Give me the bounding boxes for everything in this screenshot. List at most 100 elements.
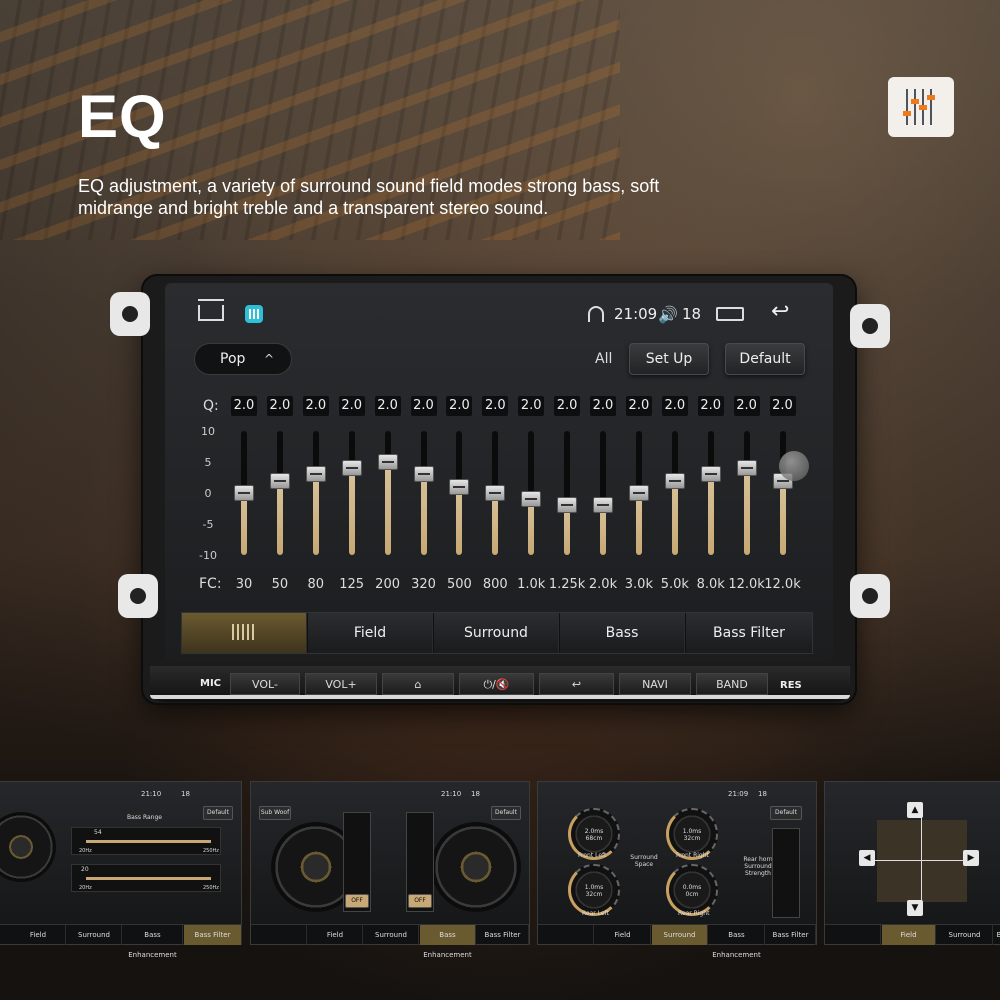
tab-eq[interactable] bbox=[182, 613, 307, 653]
tp2-tab-eq[interactable] bbox=[251, 925, 307, 945]
navi-button[interactable]: NAVI bbox=[619, 673, 691, 695]
eq-slider-thumb[interactable] bbox=[269, 472, 290, 489]
res-label[interactable]: RES bbox=[780, 680, 802, 691]
tp1-tab-bass-enh[interactable]: Bass Enhancement bbox=[123, 925, 183, 959]
eq-slider-thumb[interactable] bbox=[413, 466, 434, 483]
q-value[interactable]: 2.0 bbox=[518, 396, 545, 416]
volume-icon[interactable]: 🔊 bbox=[658, 305, 678, 324]
q-value[interactable]: 2.0 bbox=[410, 396, 437, 416]
eq-slider-track[interactable] bbox=[449, 431, 470, 555]
q-value[interactable]: 2.0 bbox=[374, 396, 401, 416]
all-toggle[interactable]: All bbox=[595, 351, 612, 367]
eq-slider-thumb[interactable] bbox=[664, 472, 685, 489]
q-value[interactable]: 2.0 bbox=[338, 396, 365, 416]
tp2-tab-surround[interactable]: Surround bbox=[364, 925, 419, 945]
tab-bass-enhancement[interactable]: Bass Enhancement bbox=[560, 613, 685, 681]
eq-slider-track[interactable] bbox=[628, 431, 649, 555]
tp2-tab-bass-filter[interactable]: Bass Filter bbox=[477, 925, 529, 945]
tp3-tab-bass-enh[interactable]: Bass Enhancement bbox=[709, 925, 765, 959]
q-value[interactable]: 2.0 bbox=[625, 396, 652, 416]
eq-slider-thumb[interactable] bbox=[341, 460, 362, 477]
tp4-tab-field[interactable]: Field bbox=[882, 925, 936, 945]
preset-selector[interactable]: Pop ^ bbox=[194, 343, 292, 375]
gauge-rear-left[interactable]: 1.0ms 32cm bbox=[568, 864, 620, 916]
eq-slider-track[interactable] bbox=[305, 431, 326, 555]
q-value[interactable]: 2.0 bbox=[231, 396, 257, 416]
tab-surround[interactable]: Surround bbox=[434, 613, 559, 653]
q-value[interactable]: 2.0 bbox=[554, 396, 581, 416]
eq-slider-track[interactable] bbox=[269, 431, 290, 555]
tp4-tab-more[interactable]: Ba bbox=[991, 925, 1000, 945]
eq-slider-track[interactable] bbox=[700, 431, 721, 555]
q-value[interactable]: 2.0 bbox=[769, 396, 796, 416]
eq-slider-track[interactable] bbox=[341, 431, 362, 555]
q-value[interactable]: 2.0 bbox=[733, 396, 760, 416]
eq-slider-thumb[interactable] bbox=[736, 460, 757, 477]
q-value[interactable]: 2.0 bbox=[266, 396, 293, 416]
tp4-tab-eq[interactable] bbox=[825, 925, 881, 945]
q-value[interactable]: 2.0 bbox=[302, 396, 329, 416]
multiwindow-icon[interactable] bbox=[716, 307, 744, 321]
eq-slider-thumb[interactable] bbox=[377, 454, 398, 470]
eq-slider-thumb[interactable] bbox=[628, 485, 649, 501]
back-hw-button[interactable]: ↩ bbox=[539, 673, 614, 695]
arrow-up-button[interactable]: ▲ bbox=[907, 802, 923, 818]
back-icon[interactable]: ↩ bbox=[771, 299, 789, 324]
tp1-tab-field[interactable]: Field bbox=[11, 925, 66, 945]
vol-up-button[interactable]: VOL+ bbox=[305, 673, 377, 695]
eq-app-icon[interactable] bbox=[245, 305, 263, 323]
arrow-down-button[interactable]: ▼ bbox=[907, 900, 923, 916]
tp2-tab-field[interactable]: Field bbox=[308, 925, 363, 945]
power-mute-button[interactable]: ⏻/🔇 bbox=[459, 673, 534, 695]
tp1-tab-surround[interactable]: Surround bbox=[67, 925, 122, 945]
eq-slider-thumb[interactable] bbox=[449, 478, 470, 495]
eq-slider-track[interactable] bbox=[413, 431, 434, 555]
floating-assistive-button[interactable] bbox=[779, 451, 809, 481]
tp3-tab-surround[interactable]: Surround bbox=[652, 925, 708, 945]
vol-down-button[interactable]: VOL- bbox=[230, 673, 300, 695]
tp3-tab-bass-filter[interactable]: Bass Filter bbox=[766, 925, 816, 945]
eq-slider-track[interactable] bbox=[772, 431, 793, 555]
eq-slider-thumb[interactable] bbox=[557, 497, 578, 514]
tab-field[interactable]: Field bbox=[308, 613, 433, 653]
q-value[interactable]: 2.0 bbox=[697, 396, 724, 416]
q-value[interactable]: 2.0 bbox=[446, 396, 473, 416]
eq-slider-track[interactable] bbox=[521, 431, 542, 555]
q-value[interactable]: 2.0 bbox=[661, 396, 688, 416]
default-button[interactable]: Default bbox=[725, 343, 805, 375]
home-hw-button[interactable]: ⌂ bbox=[382, 673, 454, 695]
eq-slider-track[interactable] bbox=[377, 431, 398, 555]
eq-slider-track[interactable] bbox=[234, 431, 254, 555]
band-button[interactable]: BAND bbox=[696, 673, 768, 695]
tp3-tab-field[interactable]: Field bbox=[595, 925, 651, 945]
eq-slider-track[interactable] bbox=[557, 431, 578, 555]
tp2-off-left[interactable]: OFF bbox=[345, 894, 369, 908]
gauge-rear-right[interactable]: 0.0ms 0cm bbox=[666, 864, 718, 916]
tp2-default[interactable]: Default bbox=[491, 806, 521, 820]
q-value[interactable]: 2.0 bbox=[482, 396, 509, 416]
eq-slider-track[interactable] bbox=[485, 431, 506, 555]
seat-map[interactable] bbox=[877, 820, 967, 902]
q-value[interactable]: 2.0 bbox=[590, 396, 616, 416]
tp1-tab-bass-filter[interactable]: Bass Filter bbox=[184, 925, 242, 945]
eq-slider-thumb[interactable] bbox=[234, 485, 254, 501]
eq-slider-track[interactable] bbox=[664, 431, 685, 555]
arrow-right-button[interactable]: ▶ bbox=[963, 850, 979, 866]
tp2-tab-bass-enh[interactable]: Bass Enhancement bbox=[420, 925, 476, 959]
tp1-default[interactable]: Default bbox=[203, 806, 233, 820]
eq-slider-thumb[interactable] bbox=[700, 466, 721, 483]
eq-slider-thumb[interactable] bbox=[485, 485, 506, 501]
tab-bass-filter[interactable]: Bass Filter bbox=[686, 613, 812, 653]
eq-slider-track[interactable] bbox=[593, 431, 613, 555]
arrow-left-button[interactable]: ◀ bbox=[859, 850, 875, 866]
tp3-tab-eq[interactable] bbox=[538, 925, 594, 945]
home-icon[interactable] bbox=[198, 305, 224, 321]
eq-slider-thumb[interactable] bbox=[593, 497, 613, 514]
tp4-tab-surround[interactable]: Surround bbox=[937, 925, 993, 945]
tp2-off-right[interactable]: OFF bbox=[408, 894, 432, 908]
eq-slider-thumb[interactable] bbox=[521, 491, 542, 508]
tp3-default[interactable]: Default bbox=[770, 806, 802, 820]
tp2-subwoof[interactable]: Sub Woof bbox=[259, 806, 291, 820]
eq-slider-thumb[interactable] bbox=[305, 466, 326, 483]
eq-slider-track[interactable] bbox=[736, 431, 757, 555]
